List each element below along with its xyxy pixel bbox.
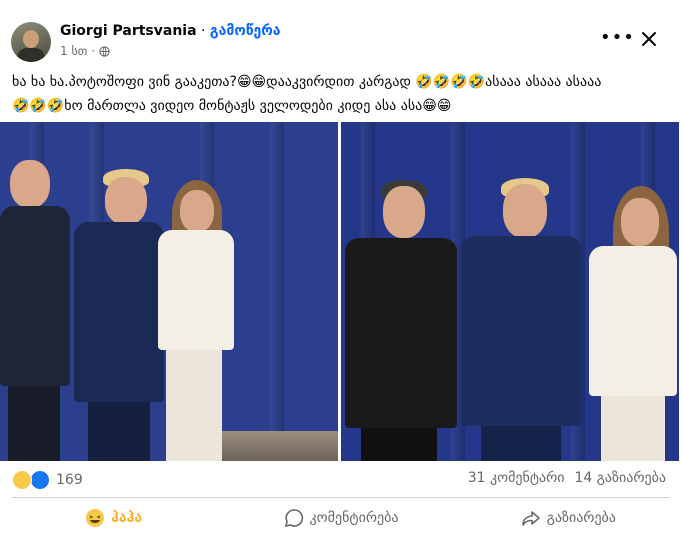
meta-separator: · bbox=[91, 44, 96, 58]
haha-button[interactable]: ჰაჰა bbox=[0, 501, 227, 535]
divider bbox=[12, 497, 670, 498]
person-right-2 bbox=[459, 122, 583, 461]
header-separator: · bbox=[201, 23, 206, 39]
photo-left[interactable] bbox=[0, 122, 338, 461]
reactions-summary[interactable]: 169 bbox=[12, 470, 83, 490]
curtain-fold bbox=[270, 122, 284, 461]
avatar-head bbox=[23, 30, 39, 48]
comments-count[interactable]: 31 კომენტარი bbox=[468, 470, 565, 486]
person-right-1 bbox=[341, 122, 461, 461]
reactions-count: 169 bbox=[56, 472, 83, 488]
follow-button[interactable]: გამოწერა bbox=[210, 23, 281, 39]
post-card: Giorgi Partsvania · გამოწერა 1 სთ · ••• … bbox=[0, 0, 682, 539]
post-text: ხა ხა ხა.პოტოშოფი ვინ გააკეთა?😁😁დააკვირდ… bbox=[12, 74, 602, 114]
author-name[interactable]: Giorgi Partsvania bbox=[60, 23, 197, 39]
engagement-counts: 31 კომენტარი 14 გაზიარება bbox=[468, 470, 666, 486]
shares-count[interactable]: 14 გაზიარება bbox=[575, 470, 666, 486]
globe-icon bbox=[99, 45, 110, 57]
action-bar: ჰაჰა კომენტირება გაზიარება bbox=[0, 501, 682, 535]
more-options-icon[interactable]: ••• bbox=[600, 28, 634, 52]
person-left-1 bbox=[0, 122, 80, 461]
post-time[interactable]: 1 სთ bbox=[60, 44, 87, 58]
share-button[interactable]: გაზიარება bbox=[455, 501, 682, 535]
person-right-3 bbox=[585, 122, 679, 461]
like-reaction-icon bbox=[30, 470, 50, 490]
person-left-3 bbox=[150, 122, 240, 461]
haha-label: ჰაჰა bbox=[111, 510, 143, 526]
close-icon[interactable] bbox=[636, 26, 662, 52]
photo-right[interactable] bbox=[341, 122, 679, 461]
post-header: Giorgi Partsvania · გამოწერა bbox=[60, 23, 281, 39]
comment-icon bbox=[284, 509, 303, 528]
share-icon bbox=[521, 511, 540, 526]
avatar[interactable] bbox=[11, 22, 51, 62]
comment-label: კომენტირება bbox=[309, 510, 399, 526]
haha-reaction-icon bbox=[12, 470, 32, 490]
comment-button[interactable]: კომენტირება bbox=[227, 501, 454, 535]
avatar-body bbox=[17, 48, 45, 62]
haha-icon bbox=[86, 509, 105, 527]
share-label: გაზიარება bbox=[546, 510, 616, 526]
post-meta: 1 სთ · bbox=[60, 44, 110, 58]
